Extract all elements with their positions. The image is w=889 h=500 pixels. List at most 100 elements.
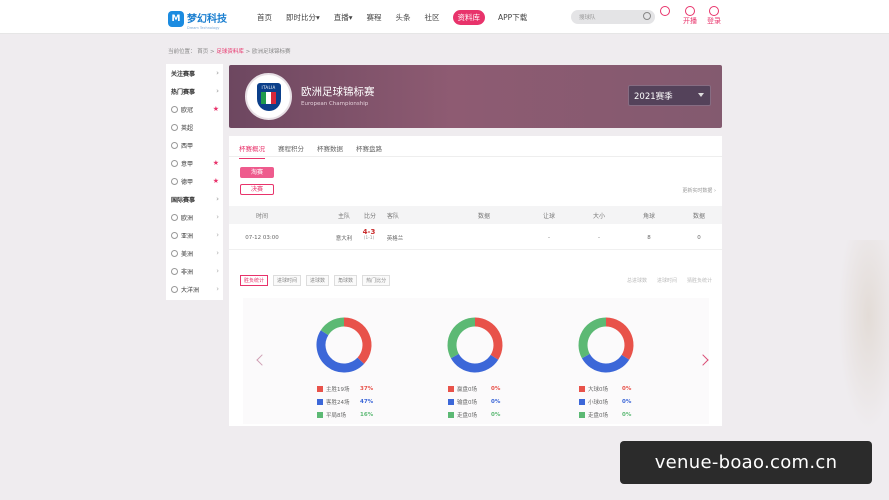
legend-label: 小球0场 <box>588 399 608 406</box>
legend-label: 走盘0场 <box>588 412 608 419</box>
sidebar-item[interactable]: 非洲 › <box>166 262 223 280</box>
match-data-2: 0 <box>697 234 701 241</box>
main-nav: 首页 即时比分▾ 直播▾ 赛程 头条 社区 资料库 APP下载 <box>250 0 534 34</box>
breadcrumb-library[interactable]: 足球资料库 <box>216 49 244 55</box>
breadcrumb-sep: > <box>243 49 253 55</box>
sidebar-item[interactable]: 欧冠 ★ <box>166 100 223 118</box>
stats-tabs: 胜负统计 进球时间 进球数 角球数 热门比分 <box>240 275 395 286</box>
breadcrumb-home[interactable]: 首页 <box>197 49 208 55</box>
stats-donut-block: 主胜19场 37% 客胜24场 47% 平局8场 16% <box>301 316 391 421</box>
match-score[interactable]: 4-3 (1-1) <box>357 228 381 241</box>
filter-knockout[interactable]: 淘赛 <box>240 167 274 178</box>
half-time-score: (1-1) <box>363 236 375 241</box>
nav-schedule[interactable]: 赛程 <box>367 12 382 23</box>
match-over-under: - <box>598 234 600 241</box>
star-icon: ★ <box>212 177 219 185</box>
nav-live-scores[interactable]: 即时比分▾ <box>286 12 320 23</box>
legend-item: 大球0场 0% <box>579 382 653 395</box>
chevron-right-icon[interactable] <box>697 354 709 366</box>
sidebar-item-label: 关注赛事 <box>171 70 196 78</box>
nav-app-download[interactable]: APP下载 <box>498 12 527 23</box>
nav-live-stream[interactable]: 直播▾ <box>334 12 353 23</box>
stats-link-guess[interactable]: 猜胜负统计 <box>687 277 712 284</box>
home-team[interactable]: 意大利 <box>329 234 359 242</box>
sidebar-item[interactable]: 西甲 <box>166 136 223 154</box>
league-logo-icon <box>171 141 178 149</box>
chevron-left-icon[interactable] <box>256 354 268 366</box>
sidebar-item[interactable]: 美洲 › <box>166 244 223 262</box>
go-live-button[interactable]: 开播 <box>683 6 697 26</box>
legend-percent: 37% <box>360 385 374 392</box>
stats-tab-goal-time[interactable]: 进球时间 <box>273 275 302 286</box>
sidebar-item-label: 欧冠 <box>181 106 194 114</box>
login-label: 登录 <box>707 17 721 25</box>
league-badge: ITALIA <box>245 73 292 120</box>
chevron-right-icon: › <box>216 249 219 257</box>
col-over-under: 大小 <box>592 212 605 220</box>
donut-segment <box>578 317 607 359</box>
chevron-right-icon: › <box>216 267 219 275</box>
sidebar-item[interactable]: 大洋洲 › <box>166 280 223 298</box>
sidebar-item-label: 美洲 <box>181 250 194 258</box>
season-value: 2021赛季 <box>634 92 673 102</box>
sidebar-item-label: 大洋洲 <box>181 286 200 294</box>
sidebar-item[interactable]: 关注赛事 › <box>166 64 223 82</box>
stats-link-total-goals[interactable]: 总进球数 <box>627 277 647 284</box>
filter-final[interactable]: 决赛 <box>240 184 274 195</box>
sidebar-item[interactable]: 国际赛事 › <box>166 190 223 208</box>
sidebar-item-label: 国际赛事 <box>171 196 196 204</box>
legend-item: 客胜24场 47% <box>317 395 391 408</box>
sidebar-item[interactable]: 德甲 ★ <box>166 172 223 190</box>
go-live-label: 开播 <box>683 17 697 25</box>
nav-database[interactable]: 资料库 <box>452 9 486 25</box>
history-button[interactable] <box>660 6 670 16</box>
search-icon[interactable] <box>643 12 651 20</box>
season-select[interactable]: 2021赛季 <box>628 85 711 106</box>
badge-text: ITALIA <box>261 84 276 90</box>
col-corners: 角球 <box>642 212 655 220</box>
main-panel: 杯赛概况 赛程积分 杯赛数据 杯赛盘路 淘赛 决赛 更新实时数据 › 时间 主队… <box>229 136 722 426</box>
sidebar-item[interactable]: 热门赛事 › <box>166 82 223 100</box>
league-logo-icon <box>171 285 178 293</box>
col-away: 客队 <box>386 212 399 220</box>
legend-label: 走盘0场 <box>457 412 477 419</box>
match-corners: 8 <box>647 234 651 241</box>
clock-icon <box>660 6 670 16</box>
legend-label: 客胜24场 <box>326 399 350 406</box>
user-icon <box>709 6 719 16</box>
stats-tab-win-loss[interactable]: 胜负统计 <box>240 275 269 286</box>
stats-link-goal-time[interactable]: 进球时间 <box>657 277 677 284</box>
sidebar-item[interactable]: 英超 <box>166 118 223 136</box>
background-player-image <box>838 240 889 430</box>
away-team[interactable]: 英格兰 <box>382 234 408 242</box>
nav-headlines[interactable]: 头条 <box>396 12 411 23</box>
stats-tab-corners[interactable]: 角球数 <box>334 275 358 286</box>
league-logo-icon <box>171 249 178 257</box>
sidebar-item-label: 西甲 <box>181 142 194 150</box>
sidebar-item[interactable]: 亚洲 › <box>166 226 223 244</box>
stats-tab-goals[interactable]: 进球数 <box>306 275 330 286</box>
col-data: 数据 <box>477 212 490 220</box>
legend-item: 主胜19场 37% <box>317 382 391 395</box>
site-logo[interactable]: M 梦幻科技 Dream Technology <box>168 7 227 31</box>
breadcrumb-prefix: 当前位置： <box>168 49 196 55</box>
chevron-right-icon: › <box>216 69 219 77</box>
legend-swatch <box>317 398 323 405</box>
nav-home[interactable]: 首页 <box>257 12 272 23</box>
table-row[interactable]: 07-12 03:00 意大利 4-3 (1-1) 英格兰 - - 8 0 <box>229 226 722 250</box>
logo-text: 梦幻科技 <box>187 14 227 25</box>
sidebar-item[interactable]: 意甲 ★ <box>166 154 223 172</box>
more-data-link[interactable]: 更新实时数据 › <box>682 187 716 194</box>
breadcrumb-current: 欧洲足球锦标赛 <box>252 49 291 55</box>
nav-community[interactable]: 社区 <box>425 12 440 23</box>
watermark: venue-boao.com.cn <box>620 441 872 484</box>
sidebar-item[interactable]: 欧洲 › <box>166 208 223 226</box>
stats-donut-block: 赢盘0场 0% 输盘0场 0% 走盘0场 0% <box>432 316 522 421</box>
donut-chart <box>578 317 634 373</box>
stats-tab-popular-scores[interactable]: 热门比分 <box>362 275 391 286</box>
stats-links: 总进球数 进球时间 猜胜负统计 <box>617 277 712 284</box>
login-button[interactable]: 登录 <box>707 6 721 26</box>
legend-swatch <box>317 385 323 392</box>
chevron-right-icon: › <box>216 285 219 293</box>
search-input[interactable]: 搜球队 <box>571 10 655 24</box>
